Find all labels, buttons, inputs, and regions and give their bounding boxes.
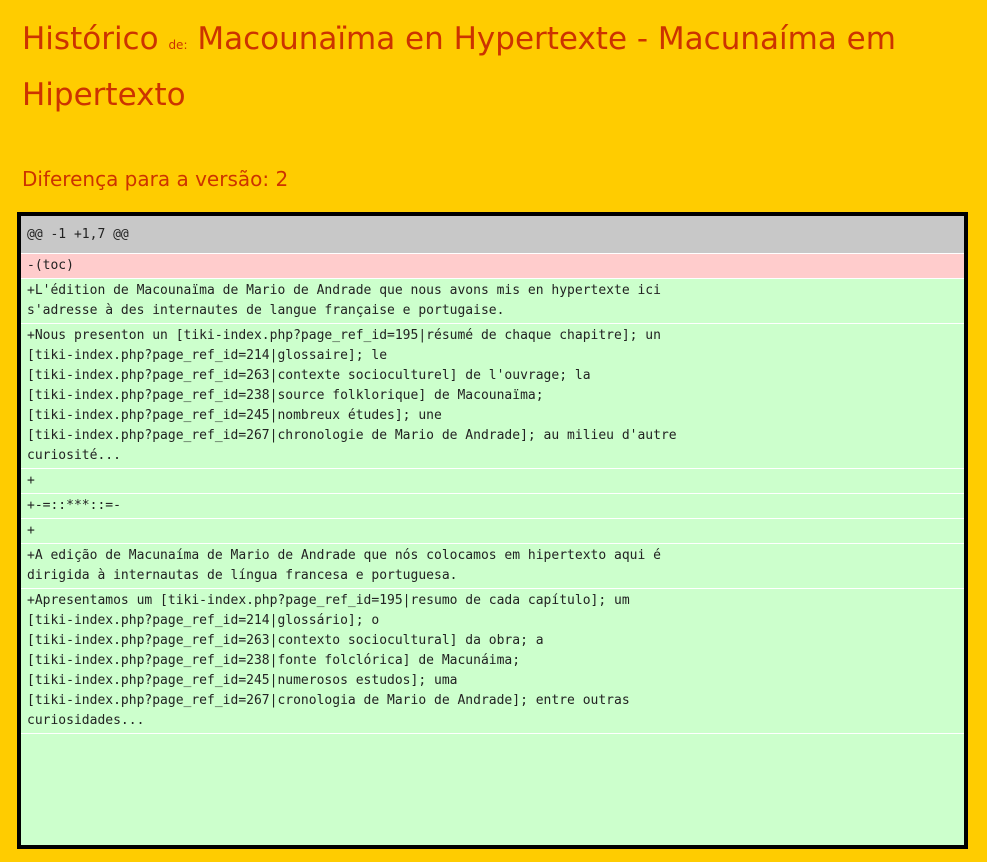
diff-line-added: +L'édition de Macounaïma de Mario de And… — [21, 279, 964, 324]
title-prefix: Histórico — [22, 21, 159, 57]
diff-hunk-header: @@ -1 +1,7 @@ — [21, 216, 964, 254]
diff-line-added: +A edição de Macunaíma de Mario de Andra… — [21, 544, 964, 589]
diff-line-added: +Nous presenton un [tiki-index.php?page_… — [21, 324, 964, 469]
title-de: de: — [168, 38, 188, 52]
diff-line-added: + — [21, 519, 964, 544]
page-title: Histórico de: Macounaïma en Hypertexte -… — [22, 14, 922, 120]
page: Histórico de: Macounaïma en Hypertexte -… — [0, 0, 987, 862]
diff-line-removed: -(toc) — [21, 254, 964, 279]
diff-line-added: + — [21, 469, 964, 494]
diff-box: @@ -1 +1,7 @@ -(toc) +L'édition de Macoun… — [17, 212, 968, 849]
diff-line-added: +Apresentamos um [tiki-index.php?page_re… — [21, 589, 964, 734]
diff-line-added: +-=::***::=- — [21, 494, 964, 519]
diff-lines: -(toc) +L'édition de Macounaïma de Mario … — [21, 254, 964, 734]
version-diff-heading: Diferença para a versão: 2 — [22, 167, 289, 191]
